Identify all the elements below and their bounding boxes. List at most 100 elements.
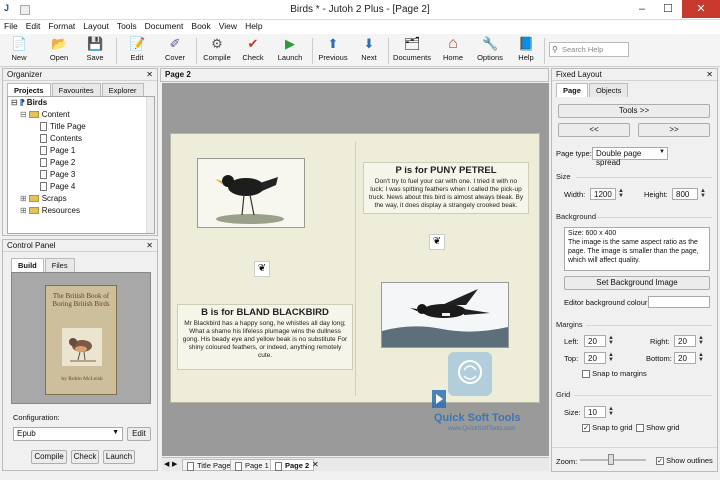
menu-tools[interactable]: Tools [113,20,141,32]
launch-button[interactable]: ▶ Launch [274,36,306,66]
expand-icon[interactable]: ⊞ [20,194,27,203]
tree-item-page-2[interactable]: Page 2 [8,157,154,169]
tree-item-content[interactable]: ⊟ Content [8,109,154,121]
launch-build-button[interactable]: Launch [103,450,135,464]
zoom-slider-handle[interactable] [608,454,614,465]
tab-explorer[interactable]: Explorer [101,83,144,97]
margin-bottom-spinner-icon[interactable]: ▲ ▼ [698,352,704,363]
menu-document[interactable]: Document [141,20,188,32]
menu-help[interactable]: Help [241,20,266,32]
close-button[interactable]: ✕ [682,0,720,18]
chevron-down-icon: ▼ [659,149,665,155]
close-icon[interactable]: ✕ [146,241,153,250]
set-background-image-button[interactable]: Set Background Image [564,276,710,290]
close-icon[interactable]: ✕ [146,70,153,79]
tools-button[interactable]: Tools >> [558,104,710,118]
previous-button[interactable]: ⬆ Previous [316,36,350,66]
ornament-icon[interactable]: ❦ [429,234,445,250]
tree-scrollbar[interactable] [146,97,154,233]
margin-top-spinner-icon[interactable]: ▲ ▼ [608,352,614,363]
help-search-input[interactable]: ⚲ Search Help [549,42,629,57]
check-build-button[interactable]: Check [71,450,99,464]
tab-build[interactable]: Build [11,258,44,272]
tab-favourites[interactable]: Favourites [51,83,101,97]
page-type-select[interactable]: Double page spread ▼ [592,147,668,167]
width-input[interactable]: 1200 [590,188,616,200]
show-grid-checkbox[interactable]: Show grid [636,423,679,433]
edit-button[interactable]: 📝 Edit [122,36,152,66]
home-button[interactable]: ⌂ Home [438,36,468,66]
menu-file[interactable]: File [0,20,22,32]
help-button[interactable]: 📘 Help [512,36,540,66]
collapse-icon[interactable]: ⊟ [20,110,27,119]
minimize-button[interactable]: – [630,0,654,18]
height-input[interactable]: 800 [672,188,698,200]
tabs-right-arrow-icon[interactable]: ▶ [172,460,177,468]
editor-title: Page 2 [165,70,191,79]
margin-left-spinner-icon[interactable]: ▲ ▼ [608,335,614,346]
check-button[interactable]: ✔ Check [238,36,268,66]
petrel-image[interactable] [381,282,509,348]
documents-button[interactable]: 🗂 Documents [392,36,432,66]
close-icon[interactable]: ✕ [706,70,713,79]
width-spinner-icon[interactable]: ▲ ▼ [618,188,624,199]
snap-to-margins-checkbox[interactable]: Snap to margins [582,369,647,379]
tree-item-root[interactable]: ⊟ ⁋ Birds [8,97,154,109]
new-button[interactable]: 📄 New [4,36,34,66]
next-button[interactable]: ⬇ Next [354,36,384,66]
collapse-icon[interactable]: ⊟ [11,98,18,107]
petrel-text-frame[interactable]: P is for PUNY PETREL Don't try to fuel y… [363,162,529,214]
cover-button[interactable]: ✐ Cover [160,36,190,66]
blackbird-image[interactable] [197,158,305,228]
grid-size-input[interactable]: 10 [584,406,606,418]
margin-right-spinner-icon[interactable]: ▲ ▼ [698,335,704,346]
size-divider [576,177,712,178]
margin-left-input[interactable]: 20 [584,335,606,347]
next-page-button[interactable]: >> [638,123,710,137]
doc-tab-title-page[interactable]: Title Page [182,459,236,471]
options-button[interactable]: 🔧 Options [474,36,506,66]
menu-format[interactable]: Format [44,20,79,32]
grid-size-spinner-icon[interactable]: ▲ ▼ [608,406,614,417]
menu-view[interactable]: View [215,20,241,32]
tab-projects[interactable]: Projects [7,83,51,97]
configuration-select[interactable]: Epub ▼ [13,427,123,441]
blackbird-text-frame[interactable]: B is for BLAND BLACKBIRD Mr Blackbird ha… [177,304,353,370]
tree-item-page-3[interactable]: Page 3 [8,169,154,181]
configuration-label: Configuration: [13,413,60,422]
toolbar-separator [116,38,117,64]
maximize-button[interactable]: ☐ [656,0,680,18]
tabs-left-arrow-icon[interactable]: ◀ [164,460,169,468]
tree-item-page-1[interactable]: Page 1 [8,145,154,157]
save-button[interactable]: 💾 Save [80,36,110,66]
menu-book[interactable]: Book [187,20,214,32]
tab-files[interactable]: Files [44,258,75,272]
menu-layout[interactable]: Layout [79,20,113,32]
tab-objects[interactable]: Objects [588,83,629,97]
margin-bottom-input[interactable]: 20 [674,352,696,364]
show-outlines-checkbox[interactable]: ✓ Show outlines [656,456,713,466]
compile-button[interactable]: ⚙ Compile [200,36,234,66]
tab-page[interactable]: Page [556,83,588,97]
open-button[interactable]: 📂 Open [44,36,74,66]
compile-build-button[interactable]: Compile [31,450,67,464]
previous-page-button[interactable]: << [558,123,630,137]
tree-item-title-page[interactable]: Title Page [8,121,154,133]
new-document-icon: 📄 [11,36,28,51]
margin-right-input[interactable]: 20 [674,335,696,347]
editor-background-colour-swatch[interactable] [648,296,710,308]
doc-tab-page-1[interactable]: Page 1 [230,459,274,471]
expand-icon[interactable]: ⊞ [20,206,27,215]
tree-item-resources[interactable]: ⊞ Resources [8,205,154,217]
snap-to-grid-checkbox[interactable]: ✓ Snap to grid [582,423,633,433]
margin-top-input[interactable]: 20 [584,352,606,364]
ornament-icon[interactable]: ❦ [254,261,270,277]
tree-item-contents[interactable]: Contents [8,133,154,145]
tree-item-page-4[interactable]: Page 4 [8,181,154,193]
height-spinner-icon[interactable]: ▲ ▼ [700,188,706,199]
menu-edit[interactable]: Edit [22,20,45,32]
close-tab-icon[interactable]: ✕ [312,460,319,469]
tree-item-scraps[interactable]: ⊞ Scraps [8,193,154,205]
edit-configuration-button[interactable]: Edit [127,427,151,441]
doc-tab-page-2[interactable]: Page 2 [270,459,315,471]
